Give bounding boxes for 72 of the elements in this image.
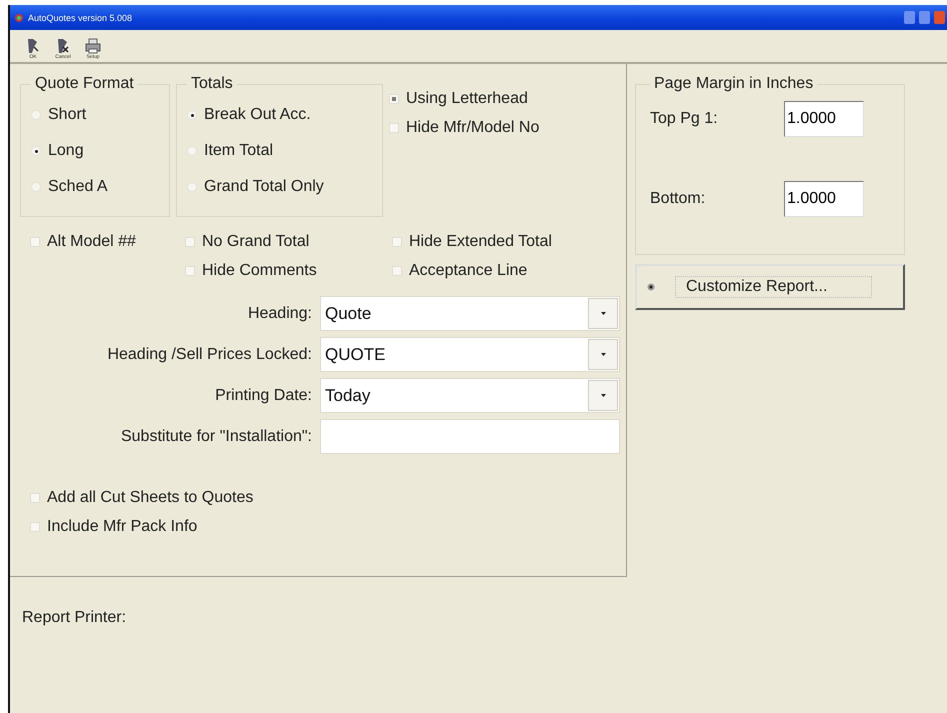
minimize-icon[interactable] [904, 11, 915, 24]
option-label: Grand Total Only [204, 178, 324, 196]
group-title: Page Margin in Inches [650, 75, 818, 93]
radio-option[interactable]: Sched A [31, 169, 169, 205]
checkbox[interactable] [389, 122, 399, 132]
checkbox[interactable] [30, 236, 40, 246]
option-label: Long [48, 142, 84, 160]
checkbox-label: Hide Extended Total [409, 232, 552, 250]
checkbox[interactable] [30, 492, 40, 502]
dropdown-button[interactable] [588, 380, 618, 411]
checkbox-label: Alt Model ## [47, 232, 136, 250]
checkbox-option[interactable]: No Grand Total [185, 227, 392, 256]
field-label: Bottom: [650, 190, 706, 208]
app-icon [14, 12, 24, 22]
radio-option[interactable]: Break Out Acc. [187, 97, 382, 133]
field-label: Top Pg 1: [650, 110, 719, 128]
group-title: Quote Format [31, 75, 138, 93]
close-icon[interactable] [934, 11, 945, 24]
field-label: Heading /Sell Prices Locked: [106, 346, 313, 364]
checkbox-option[interactable]: Alt Model ## [30, 227, 185, 256]
caret-icon [600, 394, 606, 397]
checkbox-option[interactable]: Hide Extended Total [392, 227, 599, 256]
checkbox-label: No Grand Total [202, 232, 310, 250]
checkbox-label: Hide Comments [202, 262, 317, 280]
radio-button[interactable] [187, 110, 197, 120]
input-field[interactable]: 1.0000 [784, 101, 864, 137]
caret-icon [600, 353, 606, 356]
checkbox[interactable] [392, 236, 402, 246]
checkbox-option[interactable]: Using Letterhead [389, 84, 619, 113]
checkbox[interactable] [392, 266, 402, 276]
customize-report-button[interactable]: Customize Report... [635, 264, 905, 310]
radio-button[interactable] [31, 146, 41, 156]
option-label: Short [48, 106, 86, 124]
checkbox-option[interactable]: Hide Mfr/Model No [389, 113, 619, 142]
radio-option[interactable]: Long [31, 133, 169, 169]
checkbox-option[interactable]: Hide Comments [185, 256, 392, 285]
radio-option[interactable]: Short [31, 97, 169, 133]
checkbox-option[interactable]: Include Mfr Pack Info [30, 512, 430, 541]
report-printer-label: Report Printer: [22, 609, 128, 627]
dot-icon [647, 283, 655, 291]
dropdown-field[interactable]: Today [320, 378, 620, 413]
field-label: Heading: [246, 304, 313, 322]
input-field[interactable] [320, 419, 620, 454]
dropdown-field[interactable]: QUOTE [320, 337, 620, 372]
checkbox-label: Using Letterhead [406, 90, 528, 108]
checkbox-option[interactable]: Add all Cut Sheets to Quotes [30, 483, 430, 512]
checkbox-label: Acceptance Line [409, 262, 528, 280]
checkbox-label: Hide Mfr/Model No [406, 118, 540, 136]
checkbox-option[interactable]: Acceptance Line [392, 256, 599, 285]
field-label: Printing Date: [214, 386, 313, 404]
checkbox-label: Add all Cut Sheets to Quotes [47, 488, 254, 506]
dropdown-button[interactable] [588, 339, 618, 370]
option-label: Sched A [48, 178, 108, 196]
field-label: Substitute for "Installation": [120, 428, 313, 446]
printer-icon [85, 38, 101, 54]
radio-option[interactable]: Grand Total Only [187, 169, 382, 205]
checkbox[interactable] [185, 266, 195, 276]
cancel-icon [56, 38, 70, 54]
window-title: AutoQuotes version 5.008 [28, 12, 134, 22]
maximize-icon[interactable] [919, 11, 930, 24]
option-label: Break Out Acc. [204, 106, 311, 124]
checkbox-label: Include Mfr Pack Info [47, 518, 198, 536]
dropdown-field[interactable]: Quote [320, 296, 620, 331]
input-field[interactable]: 1.0000 [784, 181, 864, 217]
checkbox[interactable] [185, 236, 195, 246]
pen-icon [26, 38, 40, 54]
checkbox[interactable] [389, 94, 399, 104]
caret-icon [600, 312, 606, 315]
dropdown-button[interactable] [588, 298, 618, 329]
checkbox[interactable] [30, 522, 40, 532]
option-label: Item Total [204, 142, 274, 160]
radio-option[interactable]: Item Total [187, 133, 382, 169]
